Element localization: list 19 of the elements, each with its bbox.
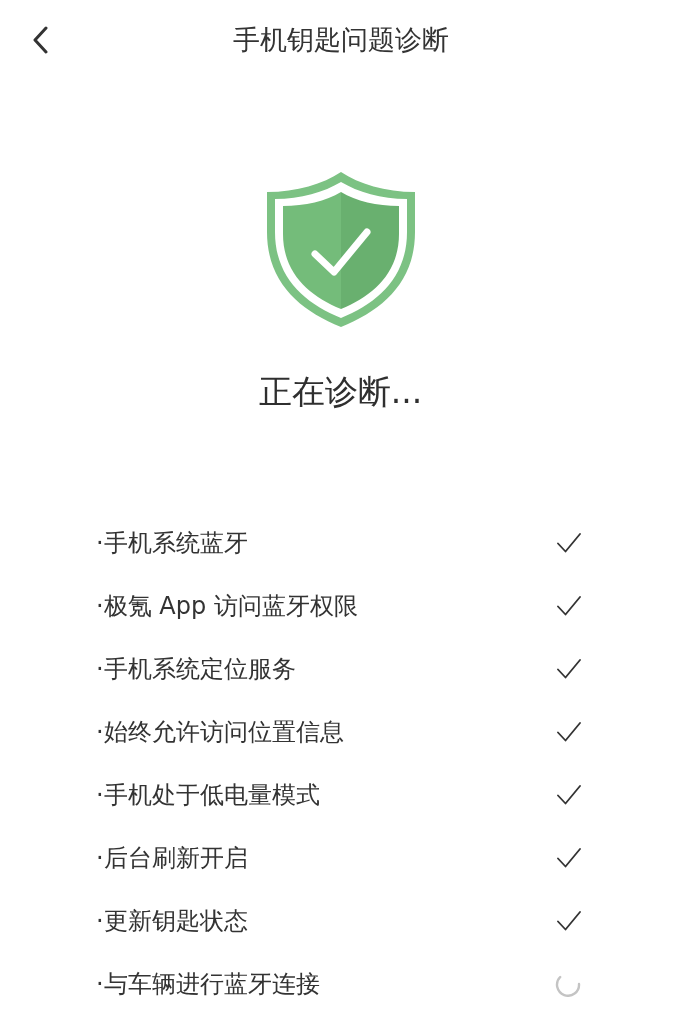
check-item-label: ·与车辆进行蓝牙连接 <box>96 968 320 1000</box>
check-item-label: ·手机系统定位服务 <box>96 653 296 685</box>
checkmark-icon <box>557 910 581 931</box>
checkmark-icon <box>557 532 581 553</box>
checkmark-icon <box>557 847 581 868</box>
diagnosis-status-text: 正在诊断... <box>258 371 423 413</box>
check-item-label: ·手机处于低电量模式 <box>96 779 320 811</box>
checkmark-icon <box>557 595 581 616</box>
checkmark-icon <box>557 784 581 805</box>
check-item-label: ·手机系统蓝牙 <box>96 527 248 559</box>
shield-check-icon <box>266 172 415 327</box>
page-title: 手机钥匙问题诊断 <box>232 23 449 57</box>
chevron-left-icon <box>32 26 48 54</box>
check-item-label: ·更新钥匙状态 <box>96 905 248 937</box>
checkmark-icon <box>557 658 581 679</box>
check-item-label: ·始终允许访问位置信息 <box>96 716 344 748</box>
check-item-label: ·极氪 App 访问蓝牙权限 <box>96 590 358 622</box>
checkmark-icon <box>557 721 581 742</box>
check-item-label: ·后台刷新开启 <box>96 842 248 874</box>
